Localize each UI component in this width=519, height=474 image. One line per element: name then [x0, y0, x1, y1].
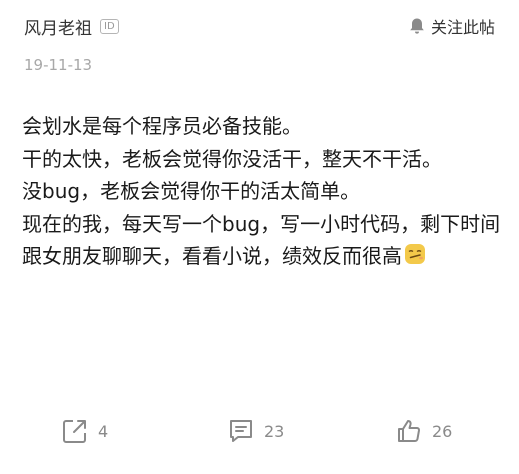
share-button[interactable]: 4 — [62, 418, 108, 444]
like-button[interactable]: 26 — [396, 418, 452, 444]
comment-count: 23 — [264, 421, 285, 441]
id-badge: ID — [100, 19, 119, 34]
body-line-3: 没bug，老板会觉得你干的活太简单。 — [22, 179, 361, 203]
like-count: 26 — [432, 421, 453, 441]
action-bar: 4 23 26 — [0, 418, 519, 450]
follow-button[interactable]: 关注此帖 — [409, 14, 495, 38]
post-body: 会划水是每个程序员必备技能。 干的太快，老板会觉得你没活干，整天不干活。 没bu… — [22, 110, 502, 273]
share-icon — [63, 420, 86, 443]
thumbs-up-icon — [398, 420, 420, 443]
follow-label: 关注此帖 — [430, 18, 495, 37]
comment-icon — [230, 420, 252, 442]
body-line-4-wrap: 现在的我，每天写一个bug，写一小时代码，剩下时间跟女朋友聊聊天，看看小说，绩效… — [22, 208, 502, 273]
bell-icon — [410, 18, 424, 34]
share-count: 4 — [98, 421, 109, 441]
post-date: 19-11-13 — [24, 56, 93, 74]
post-header: 风月老祖 ID 关注此帖 — [24, 14, 495, 40]
comment-button[interactable]: 23 — [228, 418, 284, 444]
author-name[interactable]: 风月老祖 — [24, 14, 92, 39]
smirk-emoji — [405, 244, 425, 264]
author-area[interactable]: 风月老祖 ID — [24, 14, 119, 39]
body-line-1: 会划水是每个程序员必备技能。 — [22, 114, 302, 138]
body-line-4: 现在的我，每天写一个bug，写一小时代码，剩下时间跟女朋友聊聊天，看看小说，绩效… — [22, 211, 501, 269]
body-line-2: 干的太快，老板会觉得你没活干，整天不干活。 — [22, 146, 442, 171]
